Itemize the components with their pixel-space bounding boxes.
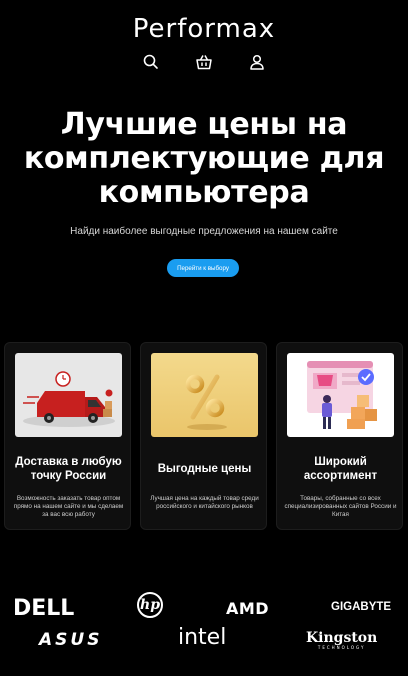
brand-logo-intel: intel [178,625,227,650]
go-to-selection-button[interactable]: Перейти к выбору [167,259,239,277]
percent-image [151,353,258,437]
search-icon[interactable] [142,53,160,71]
basket-icon[interactable] [195,53,213,71]
feature-title: Широкий ассортимент [303,456,378,482]
brand-logo-amd: AMD [226,599,270,618]
feature-card-delivery: Доставка в любую точку России Возможност… [4,342,131,530]
user-icon[interactable] [248,53,266,71]
brand-logo-asus: ASUS [39,630,103,650]
brand-logo-kingston-name: Kingston [306,630,378,646]
feature-card-assortment: Широкий ассортимент Товары, собранные со… [276,342,403,530]
brand-logo-kingston: Kingston TECHNOLOGY [306,631,377,651]
feature-description: Возможность заказать товар оптом прямо н… [13,495,124,518]
brand-logo-dell: DELL [13,596,75,621]
feature-card-prices: Выгодные цены Лучшая цена на каждый това… [140,342,267,530]
brand-logo-gigabyte: GIGABYTE [331,601,392,613]
site-header: Performax [0,0,408,80]
hero-subtitle: Найди наиболее выгодные предложения на н… [70,226,338,237]
feature-description: Лучшая цена на каждый товар среди россий… [150,495,259,510]
online-store-image [287,353,394,437]
feature-title: Доставка в любую точку России [15,456,122,482]
hero-title: Лучшие цены на комплектующие для компьют… [23,107,385,210]
delivery-truck-image [15,353,122,437]
feature-description: Товары, собранные со всех специализирова… [284,495,397,518]
feature-title: Выгодные цены [157,463,252,475]
header-nav [0,53,408,73]
brand-logo-hp-text: hp [140,597,160,613]
site-logo[interactable]: Performax [0,14,408,44]
brand-logo-hp: hp [137,592,163,618]
